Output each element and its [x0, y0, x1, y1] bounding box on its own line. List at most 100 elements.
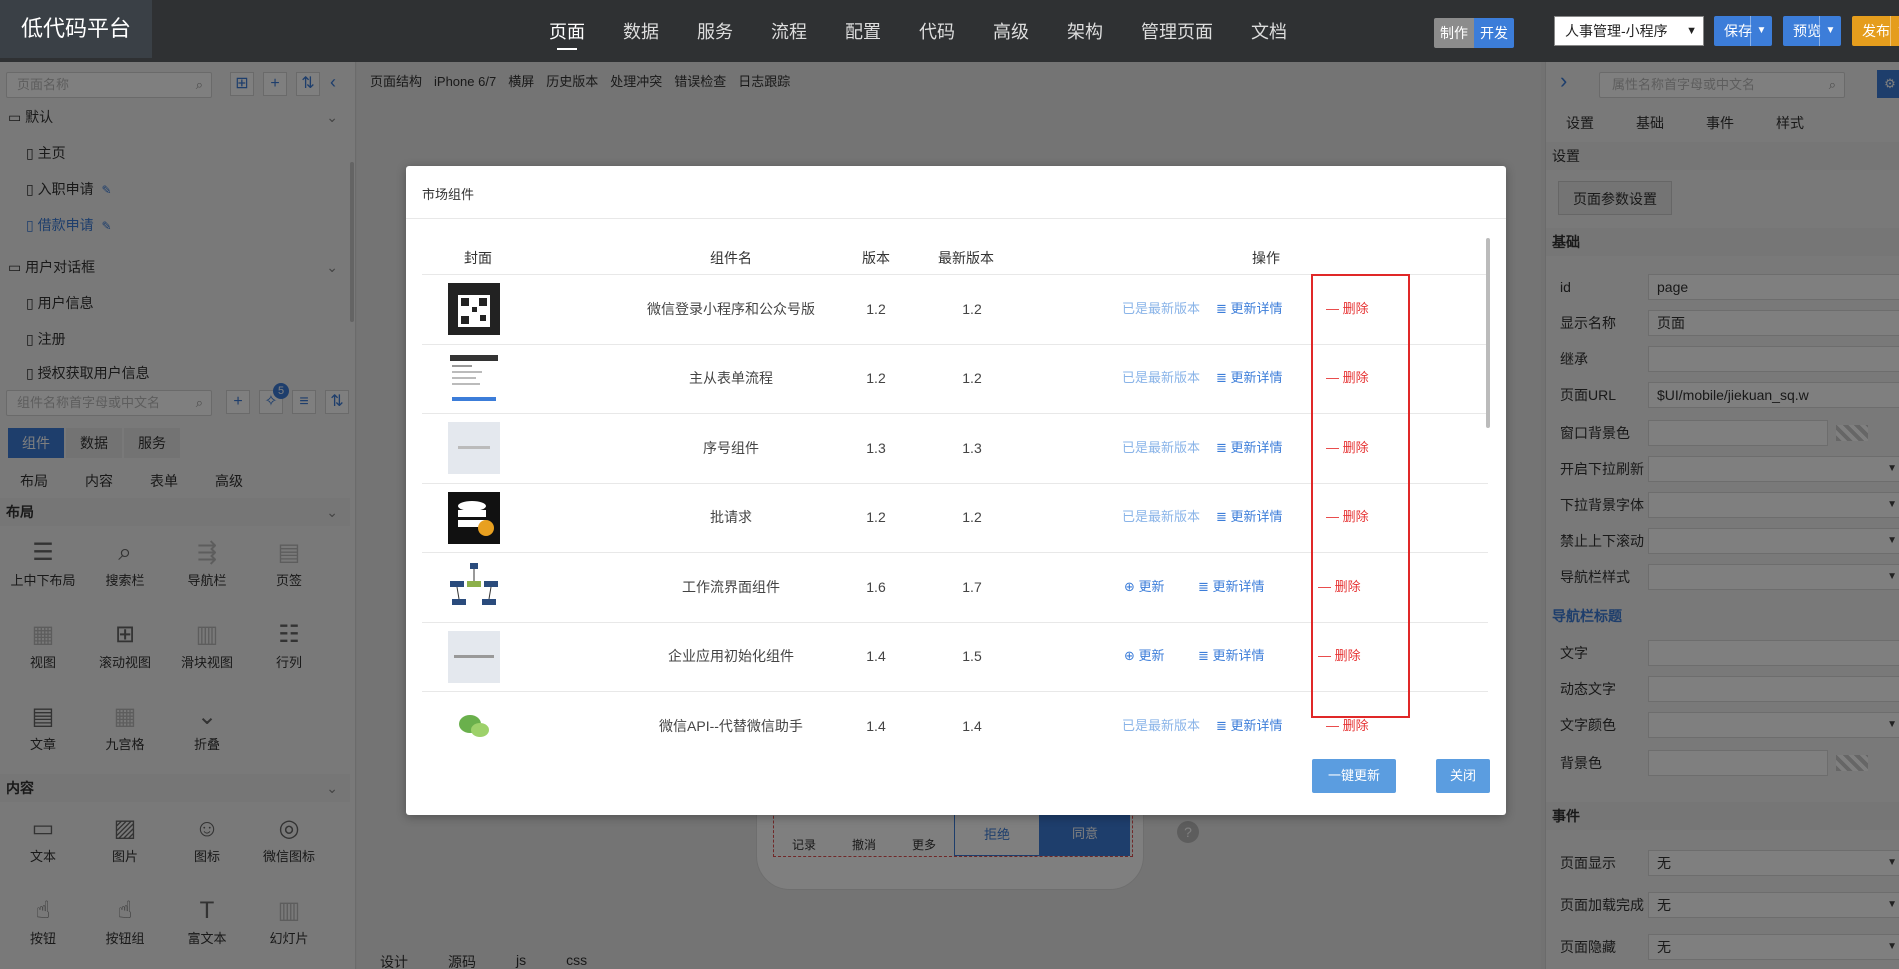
list-icon: ≣ — [1216, 717, 1231, 733]
list-icon: ≣ — [1216, 300, 1231, 316]
update-label: 更新 — [1138, 648, 1165, 664]
download-icon: ⊕ — [1124, 578, 1139, 594]
update-details-label: 更新详情 — [1212, 648, 1265, 664]
nav-architecture[interactable]: 架构 — [1048, 0, 1122, 62]
already-latest-label: 已是最新版本 — [1122, 300, 1201, 316]
component-cover-image — [448, 630, 500, 683]
update-details-label: 更新详情 — [1230, 300, 1283, 316]
update-details-link[interactable]: ≣ 更新详情 — [1198, 577, 1265, 597]
component-name: 主从表单流程 — [689, 370, 773, 387]
nav-data[interactable]: 数据 — [604, 0, 678, 62]
col-header-latest: 最新版本 — [938, 250, 994, 266]
nav-service[interactable]: 服务 — [678, 0, 752, 62]
update-link[interactable]: ⊕ 更新 — [1124, 646, 1165, 666]
col-header-actions: 操作 — [1252, 250, 1280, 266]
component-cover-image — [448, 422, 500, 474]
component-name: 微信登录小程序和公众号版 — [647, 300, 815, 317]
preview-dropdown-icon[interactable]: ▼ — [1819, 16, 1841, 46]
publish-label: 发布 — [1862, 23, 1890, 39]
top-bar: 低代码平台 页面 数据 服务 流程 配置 代码 高级 架构 管理页面 文档 制作… — [0, 0, 1899, 62]
nav-page[interactable]: 页面 — [530, 0, 604, 62]
nav-admin-page[interactable]: 管理页面 — [1122, 0, 1232, 62]
already-latest-label: 已是最新版本 — [1122, 509, 1201, 525]
component-name: 批请求 — [710, 509, 752, 526]
component-name: 企业应用初始化组件 — [668, 648, 794, 665]
component-cover-image — [448, 491, 500, 544]
app-select-value: 人事管理-小程序 — [1565, 23, 1668, 39]
dialog-divider — [406, 218, 1506, 219]
component-name: 微信API--代替微信助手 — [659, 717, 803, 734]
delete-link[interactable]: — 删除 — [1326, 716, 1369, 736]
list-icon: ≣ — [1198, 648, 1213, 664]
main-nav: 页面 数据 服务 流程 配置 代码 高级 架构 管理页面 文档 — [530, 0, 1306, 62]
app-select[interactable]: 人事管理-小程序 ▼ — [1554, 16, 1704, 46]
chevron-down-icon: ▼ — [1686, 25, 1697, 37]
preview-label: 预览 — [1793, 23, 1821, 39]
mode-toggle: 制作 开发 — [1434, 18, 1514, 48]
update-link[interactable]: ⊕ 更新 — [1124, 577, 1165, 597]
component-version: 1.4 — [866, 717, 886, 734]
update-details-label: 更新详情 — [1230, 370, 1283, 386]
already-latest-label: 已是最新版本 — [1122, 717, 1201, 733]
update-all-button[interactable]: 一键更新 — [1312, 759, 1396, 793]
update-details-link[interactable]: ≣ 更新详情 — [1216, 507, 1283, 527]
component-version: 1.4 — [866, 648, 886, 665]
market-components-dialog: 市场组件 封面 组件名 版本 最新版本 操作 微信登录小程序和公众号版 1.2 1.… — [406, 166, 1506, 815]
component-version: 1.2 — [866, 300, 886, 317]
nav-advanced[interactable]: 高级 — [974, 0, 1048, 62]
component-cover-image — [448, 283, 500, 335]
update-details-label: 更新详情 — [1212, 578, 1265, 594]
update-details-label: 更新详情 — [1230, 509, 1283, 525]
save-label: 保存 — [1724, 23, 1752, 39]
component-version: 1.2 — [866, 509, 886, 526]
component-name: 序号组件 — [703, 439, 759, 456]
component-latest-version: 1.2 — [962, 370, 982, 387]
nav-code[interactable]: 代码 — [900, 0, 974, 62]
component-latest-version: 1.7 — [962, 578, 982, 595]
component-cover-image — [448, 561, 500, 613]
preview-button[interactable]: 预览 ▼ — [1783, 16, 1841, 46]
update-details-link[interactable]: ≣ 更新详情 — [1216, 299, 1283, 319]
mode-dev-button[interactable]: 开发 — [1474, 18, 1514, 48]
col-header-name: 组件名 — [710, 250, 752, 266]
col-header-cover: 封面 — [464, 250, 492, 266]
nav-docs[interactable]: 文档 — [1232, 0, 1306, 62]
delete-label: 删除 — [1342, 717, 1369, 733]
update-label: 更新 — [1138, 578, 1165, 594]
dialog-scrollbar[interactable] — [1486, 238, 1490, 428]
minus-icon: — — [1326, 717, 1343, 733]
download-icon: ⊕ — [1124, 648, 1139, 664]
update-details-label: 更新详情 — [1230, 439, 1283, 455]
list-icon: ≣ — [1216, 370, 1231, 386]
close-button[interactable]: 关闭 — [1436, 759, 1490, 793]
component-latest-version: 1.3 — [962, 439, 982, 456]
publish-dropdown-icon[interactable]: ▼ — [1890, 16, 1899, 46]
already-latest-label: 已是最新版本 — [1122, 370, 1201, 386]
component-latest-version: 1.5 — [962, 648, 982, 665]
component-latest-version: 1.4 — [962, 717, 982, 734]
component-version: 1.3 — [866, 439, 886, 456]
component-name: 工作流界面组件 — [682, 578, 780, 595]
dialog-title: 市场组件 — [422, 187, 475, 202]
update-details-link[interactable]: ≣ 更新详情 — [1216, 368, 1283, 388]
component-latest-version: 1.2 — [962, 509, 982, 526]
save-dropdown-icon[interactable]: ▼ — [1750, 16, 1772, 46]
save-button[interactable]: 保存 ▼ — [1714, 16, 1772, 46]
mode-make-button[interactable]: 制作 — [1434, 18, 1474, 48]
update-details-link[interactable]: ≣ 更新详情 — [1216, 716, 1283, 736]
update-details-label: 更新详情 — [1230, 717, 1283, 733]
component-latest-version: 1.2 — [962, 300, 982, 317]
delete-highlight-box — [1311, 274, 1410, 718]
nav-flow[interactable]: 流程 — [752, 0, 826, 62]
update-details-link[interactable]: ≣ 更新详情 — [1198, 646, 1265, 666]
list-icon: ≣ — [1198, 578, 1213, 594]
already-latest-label: 已是最新版本 — [1122, 439, 1201, 455]
component-version: 1.2 — [866, 370, 886, 387]
update-details-link[interactable]: ≣ 更新详情 — [1216, 438, 1283, 458]
nav-config[interactable]: 配置 — [826, 0, 900, 62]
publish-button[interactable]: 发布 ▼ — [1852, 16, 1899, 46]
list-icon: ≣ — [1216, 509, 1231, 525]
component-cover-image — [448, 352, 500, 405]
component-version: 1.6 — [866, 578, 886, 595]
app-logo: 低代码平台 — [0, 0, 152, 58]
